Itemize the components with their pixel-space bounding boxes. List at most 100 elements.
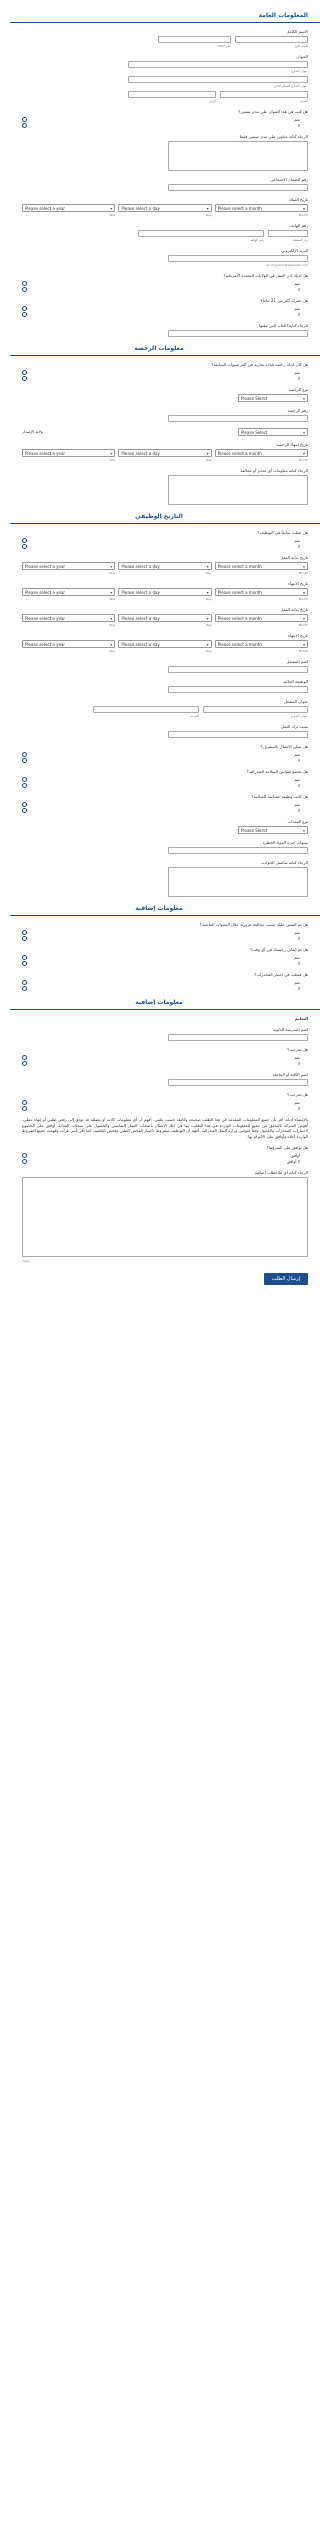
employer-city-input[interactable]: [93, 706, 199, 713]
question-label: هل تم إيقاف رخصتك في أي وقت؟: [250, 947, 308, 952]
license-notes-textarea[interactable]: [168, 475, 308, 505]
question-label: هل لديك إذن العمل في الولايات المتحدة ال…: [223, 273, 308, 278]
day-select[interactable]: Please select a day ▾: [118, 588, 212, 596]
select-value: Please Select: [241, 827, 268, 833]
radio-option-no[interactable]: لا: [22, 375, 300, 381]
phone-number-input[interactable]: [138, 230, 264, 237]
submit-button[interactable]: إرسال الطلب: [263, 1273, 308, 1285]
job-title-input[interactable]: [168, 686, 308, 693]
reason-input[interactable]: [168, 731, 308, 738]
radio-button[interactable]: [22, 935, 27, 941]
radio-button[interactable]: [22, 807, 27, 813]
radio-button[interactable]: [22, 375, 27, 381]
radio-option-no[interactable]: لا: [22, 960, 300, 966]
radio-button[interactable]: [22, 1105, 27, 1111]
languages-input[interactable]: [168, 330, 308, 337]
zip-input[interactable]: [128, 91, 216, 98]
radio-button[interactable]: [22, 286, 27, 292]
radio-option-no[interactable]: لا: [22, 122, 300, 128]
agree-question: هل توافق على الشروط؟ أوافق لا أوافق: [22, 1145, 308, 1164]
year-select[interactable]: Please select a year ▾: [22, 204, 116, 212]
radio-button[interactable]: [22, 985, 27, 991]
radio-button[interactable]: [22, 929, 27, 935]
college-input[interactable]: [168, 1079, 308, 1086]
clear-link[interactable]: Clear: [22, 1259, 30, 1263]
day-select[interactable]: Please select a day ▾: [118, 449, 212, 457]
radio-button[interactable]: [22, 776, 27, 782]
previous-address-textarea[interactable]: [168, 141, 308, 171]
year-select[interactable]: Please select a year ▾: [22, 449, 116, 457]
comments-textarea[interactable]: [22, 1177, 308, 1257]
radio-option-no[interactable]: لا: [22, 1105, 300, 1111]
email-input[interactable]: [168, 255, 308, 262]
city-input[interactable]: [220, 91, 308, 98]
field-label: التعليم: [294, 1016, 308, 1021]
radio-button[interactable]: [22, 757, 27, 763]
year-select[interactable]: Please select a year ▾: [22, 562, 116, 570]
radio-option-no[interactable]: لا: [22, 985, 300, 991]
hazmat-input[interactable]: [168, 847, 308, 854]
month-select[interactable]: Please select a month ▾: [214, 614, 308, 622]
state-select[interactable]: Please Select ▾: [238, 428, 308, 436]
phone-field: رقم الهاتف رمز المنطقة رقم الهاتف: [22, 223, 308, 242]
radio-option-no[interactable]: لا: [22, 935, 300, 941]
select-value: Please select a year: [25, 615, 66, 621]
radio-button[interactable]: [22, 960, 27, 966]
month-select[interactable]: Please select a month ▾: [214, 588, 308, 596]
field-label: تاريخ الميلاد: [288, 197, 308, 202]
school-input[interactable]: [168, 1034, 308, 1041]
last-name-input[interactable]: [158, 36, 231, 43]
radio-button[interactable]: [22, 751, 27, 757]
day-select[interactable]: Please select a day ▾: [118, 640, 212, 648]
year-select[interactable]: Please select a year ▾: [22, 614, 116, 622]
field-label: الرجاء كتابة اللغات التي تتقنها: [259, 323, 308, 328]
radio-button[interactable]: [22, 1054, 27, 1060]
supervisor-question: هل يمكن الاتصال بالمشرف؟ نعم لا: [22, 744, 308, 763]
radio-button[interactable]: [22, 369, 27, 375]
radio-button[interactable]: [22, 543, 27, 549]
day-select[interactable]: Please select a day ▾: [118, 562, 212, 570]
radio-button[interactable]: [22, 954, 27, 960]
radio-button[interactable]: [22, 979, 27, 985]
radio-option-no[interactable]: لا: [22, 757, 300, 763]
radio-button[interactable]: [22, 116, 27, 122]
previous-address-field: الرجاء كتابة عناوين على مدى سنتين فقط: [22, 134, 308, 171]
first-name-input[interactable]: [235, 36, 308, 43]
month-select[interactable]: Please select a month ▾: [214, 204, 308, 212]
street-input[interactable]: [128, 61, 308, 68]
radio-button[interactable]: [22, 537, 27, 543]
month-select[interactable]: Please select a month ▾: [214, 562, 308, 570]
radio-button[interactable]: [22, 1158, 27, 1164]
ssn-input[interactable]: [168, 184, 308, 191]
radio-option-no[interactable]: لا: [22, 286, 300, 292]
license-number-input[interactable]: [168, 415, 308, 422]
area-code-input[interactable]: [268, 230, 308, 237]
radio-option-disagree[interactable]: لا أوافق: [22, 1158, 300, 1164]
employer-input[interactable]: [168, 666, 308, 673]
month-select[interactable]: Please select a month ▾: [214, 640, 308, 648]
year-select[interactable]: Please select a year ▾: [22, 588, 116, 596]
radio-button[interactable]: [22, 1099, 27, 1105]
radio-button[interactable]: [22, 311, 27, 317]
radio-option-no[interactable]: لا: [22, 311, 300, 317]
license-class-select[interactable]: Please Select ▾: [238, 394, 308, 402]
radio-option-no[interactable]: لا: [22, 1060, 300, 1066]
day-select[interactable]: Please select a day ▾: [118, 204, 212, 212]
equipment-select[interactable]: Please Select ▾: [238, 826, 308, 834]
month-select[interactable]: Please select a month ▾: [214, 449, 308, 457]
day-select[interactable]: Please select a day ▾: [118, 614, 212, 622]
radio-button[interactable]: [22, 305, 27, 311]
radio-option-no[interactable]: لا: [22, 807, 300, 813]
radio-button[interactable]: [22, 1152, 27, 1158]
radio-option-no[interactable]: لا: [22, 543, 300, 549]
radio-button[interactable]: [22, 122, 27, 128]
street2-input[interactable]: [128, 76, 308, 83]
year-select[interactable]: Please select a year ▾: [22, 640, 116, 648]
radio-option-no[interactable]: لا: [22, 782, 300, 788]
employer-street-input[interactable]: [202, 706, 308, 713]
radio-button[interactable]: [22, 1060, 27, 1066]
radio-button[interactable]: [22, 280, 27, 286]
accidents-textarea[interactable]: [168, 867, 308, 897]
radio-button[interactable]: [22, 801, 27, 807]
radio-button[interactable]: [22, 782, 27, 788]
